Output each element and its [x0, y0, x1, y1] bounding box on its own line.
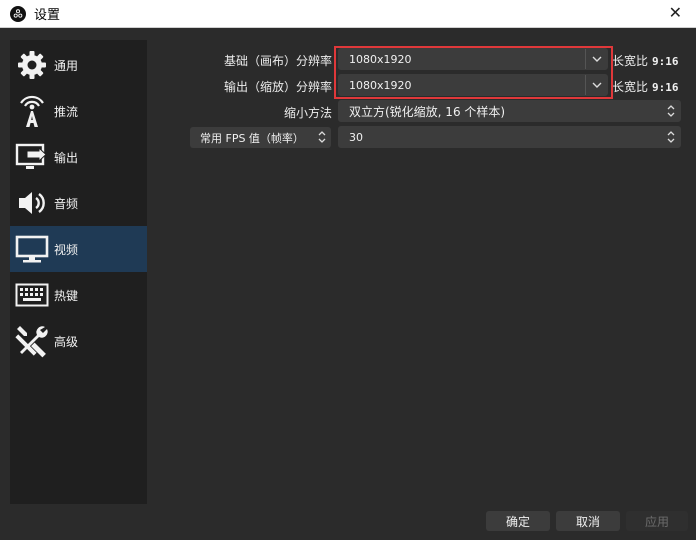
sidebar-item-audio[interactable]: 音频 [10, 180, 147, 226]
fps-value-select[interactable]: 30 [338, 126, 681, 148]
fps-type-select[interactable]: 常用 FPS 值（帧率） [190, 127, 331, 148]
base-resolution-value: 1080x1920 [349, 52, 412, 66]
window-title: 设置 [34, 8, 61, 23]
sidebar-item-stream[interactable]: 推流 [10, 88, 147, 134]
base-resolution-combobox[interactable]: 1080x1920 [338, 48, 608, 70]
broadcast-icon [14, 93, 50, 129]
output-resolution-label: 输出（缩放）分辨率 [223, 80, 332, 94]
sidebar-item-label: 通用 [54, 58, 79, 73]
sidebar-item-label: 输出 [54, 150, 79, 165]
sidebar-item-advanced[interactable]: 高级 [10, 318, 147, 364]
updown-arrows-icon [667, 105, 675, 117]
sidebar-item-video[interactable]: 视频 [10, 226, 147, 272]
close-icon[interactable]: ✕ [669, 5, 682, 21]
sidebar-item-label: 推流 [54, 104, 79, 119]
chevron-down-icon[interactable] [585, 49, 607, 69]
sidebar-item-label: 音频 [54, 196, 79, 211]
base-aspect-ratio: 长宽比 9:16 [612, 54, 679, 68]
apply-button[interactable]: 应用 [626, 511, 688, 531]
downscale-filter-label: 缩小方法 [283, 106, 332, 120]
cancel-button[interactable]: 取消 [556, 511, 620, 531]
base-resolution-label: 基础（画布）分辨率 [223, 54, 332, 68]
tools-icon [14, 323, 50, 359]
sidebar-item-label: 视频 [54, 242, 79, 257]
sidebar-item-label: 高级 [54, 334, 79, 349]
sidebar-item-label: 热键 [54, 288, 79, 303]
downscale-filter-value: 双立方(锐化缩放, 16 个样本) [349, 104, 506, 119]
updown-arrows-icon [667, 131, 675, 143]
settings-sidebar: 通用 推流 输出 音频 视频 热键 高级 [10, 40, 147, 504]
ok-button[interactable]: 确定 [486, 511, 550, 531]
sidebar-item-output[interactable]: 输出 [10, 134, 147, 180]
obs-logo-icon [10, 5, 26, 22]
sidebar-item-hotkeys[interactable]: 热键 [10, 272, 147, 318]
title-bar: 设置 ✕ [0, 0, 696, 28]
keyboard-icon [14, 277, 50, 313]
speaker-icon [14, 185, 50, 221]
fps-type-value: 常用 FPS 值（帧率） [200, 131, 304, 145]
updown-arrows-icon [318, 131, 326, 143]
sidebar-item-general[interactable]: 通用 [10, 42, 147, 88]
output-aspect-ratio: 长宽比 9:16 [612, 80, 679, 94]
downscale-filter-select[interactable]: 双立方(锐化缩放, 16 个样本) [338, 100, 681, 122]
monitor-icon [14, 231, 50, 267]
output-resolution-combobox[interactable]: 1080x1920 [338, 74, 608, 96]
output-icon [14, 139, 50, 175]
output-resolution-value: 1080x1920 [349, 78, 412, 92]
gear-icon [14, 47, 50, 83]
fps-value: 30 [349, 130, 363, 144]
chevron-down-icon[interactable] [585, 75, 607, 95]
